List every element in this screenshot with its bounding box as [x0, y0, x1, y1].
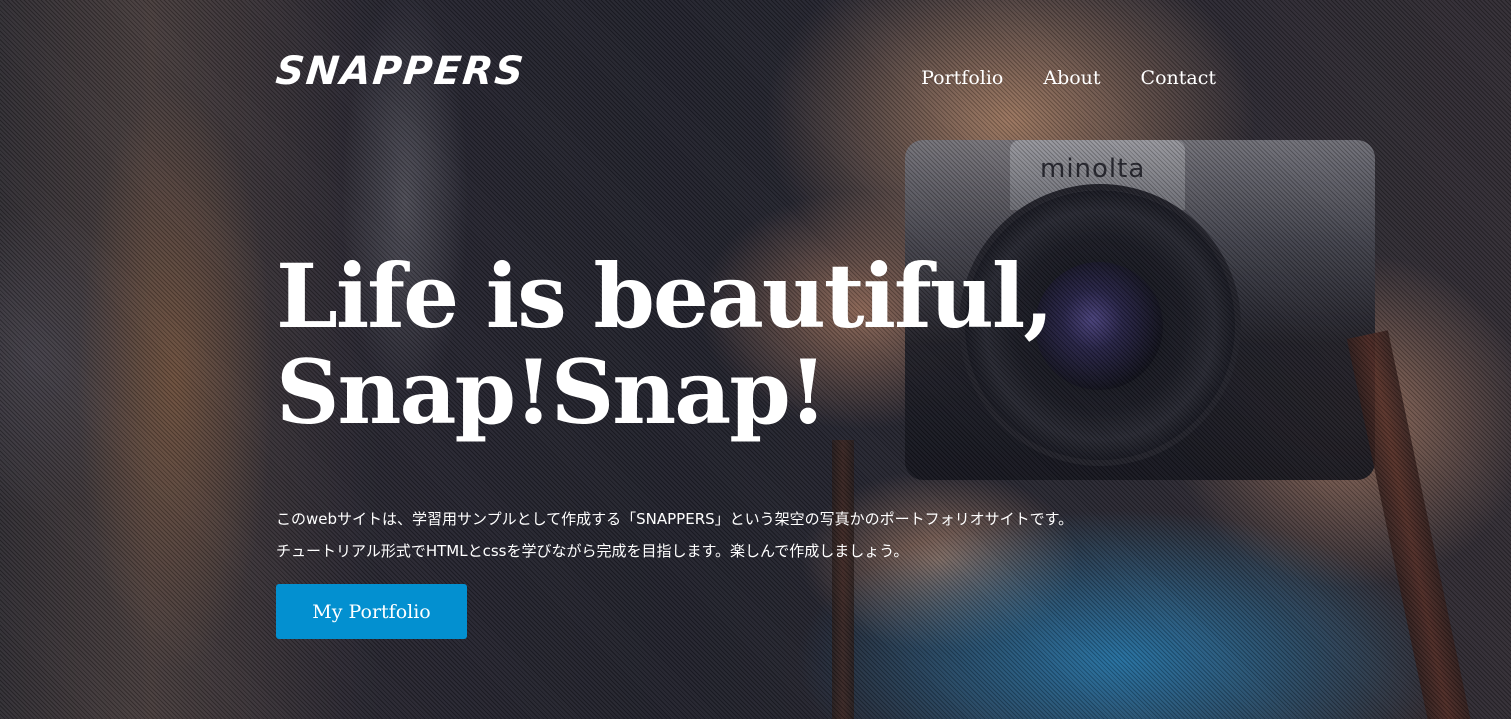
hero-headline-line1: Life is beautiful, — [276, 244, 1054, 348]
nav-link-portfolio[interactable]: Portfolio — [921, 66, 1003, 90]
nav-link-contact[interactable]: Contact — [1141, 66, 1216, 90]
main-nav: Portfolio About Contact — [921, 66, 1216, 90]
my-portfolio-button[interactable]: My Portfolio — [276, 584, 467, 639]
hero-description-line2: チュートリアル形式でHTMLとcssを学びながら完成を目指します。楽しんで作成し… — [276, 542, 909, 560]
site-header: SNAPPERS Portfolio About Contact — [274, 48, 1216, 108]
site-logo[interactable]: SNAPPERS — [274, 49, 528, 94]
hero-headline-line2: Snap!Snap! — [276, 340, 827, 444]
hero-description-line1: このwebサイトは、学習用サンプルとして作成する「SNAPPERS」という架空の… — [276, 510, 1074, 528]
hero-headline: Life is beautiful, Snap!Snap! — [276, 248, 1276, 440]
hero-section: minolta SNAPPERS Portfolio About Contact… — [0, 0, 1511, 719]
hero-description: このwebサイトは、学習用サンプルとして作成する「SNAPPERS」という架空の… — [276, 503, 1196, 567]
nav-link-about[interactable]: About — [1043, 66, 1100, 90]
